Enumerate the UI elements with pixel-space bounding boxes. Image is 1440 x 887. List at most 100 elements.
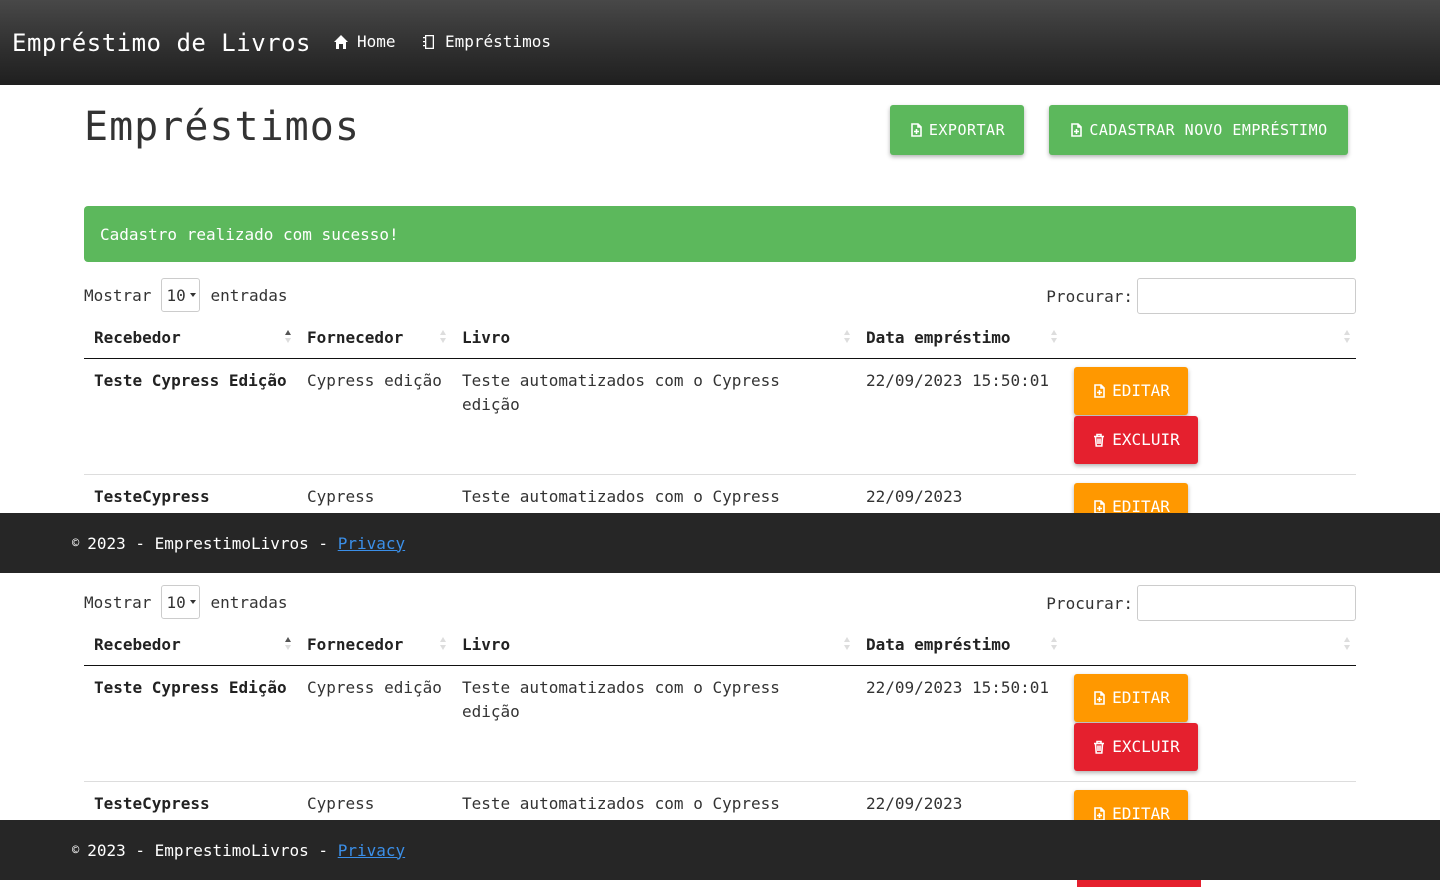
sort-icon: [1344, 330, 1350, 344]
column-header-recebedor[interactable]: Recebedor: [84, 625, 297, 666]
new-loan-button[interactable]: CADASTRAR NOVO EMPRÉSTIMO: [1049, 105, 1348, 155]
alert-message: Cadastro realizado com sucesso!: [100, 224, 399, 244]
cell-data: 22/09/2023 15:50:01: [856, 665, 1063, 782]
cell-data: 22/09/2023 15:50:01: [856, 358, 1063, 475]
column-header-actions[interactable]: [1063, 625, 1356, 666]
cell-livro: Teste automatizados com o Cypress: [452, 781, 856, 825]
sort-icon: [440, 330, 446, 344]
copyright-symbol: ©: [72, 536, 80, 550]
file-plus-icon: [1094, 499, 1105, 514]
caret-down-icon: [190, 600, 197, 604]
file-plus-icon: [1094, 383, 1105, 398]
show-label: Mostrar: [84, 285, 152, 305]
file-plus-icon: [1094, 690, 1105, 705]
column-header-livro[interactable]: Livro: [452, 318, 856, 359]
table-row: TesteCypress Cypress Teste automatizados…: [84, 474, 1356, 518]
column-header-data[interactable]: Data empréstimo: [856, 318, 1063, 359]
show-label: Mostrar: [84, 592, 152, 612]
page-length-value: 10: [166, 285, 186, 305]
sort-icon: [844, 330, 850, 344]
page-length-value: 10: [166, 592, 186, 612]
search-control: Procurar:: [1046, 278, 1356, 314]
nav-home-label: Home: [357, 32, 396, 51]
footer-text: 2023 - EmprestimoLivros -: [87, 533, 329, 553]
sort-icon: [1051, 637, 1057, 651]
page-length-select[interactable]: 10: [161, 278, 201, 312]
footer: © 2023 - EmprestimoLivros - Privacy: [0, 820, 1440, 880]
footer-text: 2023 - EmprestimoLivros -: [87, 840, 329, 860]
column-header-livro[interactable]: Livro: [452, 625, 856, 666]
trash-icon: [1094, 740, 1105, 754]
loans-datatable-repeat: Mostrar 10 entradas Procurar: Recebedor …: [84, 585, 1356, 825]
sort-icon: [285, 637, 291, 651]
column-header-data[interactable]: Data empréstimo: [856, 625, 1063, 666]
page-length-control: Mostrar 10 entradas: [84, 585, 288, 619]
cell-recebedor: TesteCypress: [84, 781, 297, 825]
cell-fornecedor: Cypress edição: [297, 358, 452, 475]
edit-button[interactable]: EDITAR: [1074, 366, 1188, 415]
table-row: Teste Cypress Edição Cypress edição Test…: [84, 358, 1356, 475]
cell-livro: Teste automatizados com o Cypress edição: [452, 665, 856, 782]
cell-actions: EDITAR EXCLUIR: [1063, 665, 1356, 782]
success-alert: Cadastro realizado com sucesso!: [84, 206, 1356, 262]
cell-fornecedor: Cypress: [297, 781, 452, 825]
sort-icon: [844, 637, 850, 651]
search-control: Procurar:: [1046, 585, 1356, 621]
sort-icon: [285, 330, 291, 344]
delete-button[interactable]: EXCLUIR: [1074, 415, 1198, 464]
page-length-control: Mostrar 10 entradas: [84, 278, 288, 312]
column-header-actions[interactable]: [1063, 318, 1356, 359]
file-plus-icon: [1094, 806, 1105, 821]
cell-fornecedor: Cypress edição: [297, 665, 452, 782]
loans-table: Recebedor Fornecedor Livro Data emprésti…: [84, 318, 1356, 518]
cell-recebedor: Teste Cypress Edição: [84, 358, 297, 475]
trash-icon: [1094, 433, 1105, 447]
file-plus-icon: [1071, 123, 1083, 137]
page-length-select[interactable]: 10: [161, 585, 201, 619]
table-row: Teste Cypress Edição Cypress edição Test…: [84, 665, 1356, 782]
sort-icon: [1051, 330, 1057, 344]
cell-data: 22/09/2023: [856, 781, 1063, 825]
edit-button[interactable]: EDITAR: [1074, 673, 1188, 722]
nav-loans-label: Empréstimos: [445, 32, 551, 51]
search-input[interactable]: [1137, 278, 1356, 314]
navbar: Empréstimo de Livros Home Empréstimos: [0, 0, 1440, 85]
file-plus-icon: [911, 123, 922, 137]
loans-datatable: Mostrar 10 entradas Procurar: Recebedor …: [84, 278, 1356, 518]
caret-down-icon: [190, 293, 197, 297]
brand-link[interactable]: Empréstimo de Livros: [12, 29, 311, 57]
column-header-fornecedor[interactable]: Fornecedor: [297, 625, 452, 666]
privacy-link[interactable]: Privacy: [338, 534, 405, 553]
table-header-row: Recebedor Fornecedor Livro Data emprésti…: [84, 318, 1356, 359]
cell-livro: Teste automatizados com o Cypress edição: [452, 358, 856, 475]
cell-actions: EDITAR: [1063, 781, 1356, 825]
search-label: Procurar:: [1046, 286, 1133, 306]
search-input[interactable]: [1137, 585, 1356, 621]
nav-loans-link[interactable]: Empréstimos: [421, 32, 551, 51]
entries-label: entradas: [210, 592, 288, 612]
cell-livro: Teste automatizados com o Cypress: [452, 474, 856, 518]
notebook-icon: [423, 34, 434, 49]
nav-home-link[interactable]: Home: [333, 32, 396, 51]
footer: © 2023 - EmprestimoLivros - Privacy: [0, 513, 1440, 573]
column-header-fornecedor[interactable]: Fornecedor: [297, 318, 452, 359]
export-button[interactable]: EXPORTAR: [890, 105, 1024, 155]
table-row: TesteCypress Cypress Teste automatizados…: [84, 781, 1356, 825]
delete-button[interactable]: EXCLUIR: [1074, 722, 1198, 771]
copyright-symbol: ©: [72, 843, 80, 857]
home-icon: [334, 34, 348, 49]
cell-data: 22/09/2023: [856, 474, 1063, 518]
cell-actions: EDITAR: [1063, 474, 1356, 518]
table-controls: Mostrar 10 entradas Procurar:: [84, 278, 1356, 318]
cell-recebedor: TesteCypress: [84, 474, 297, 518]
cell-recebedor: Teste Cypress Edição: [84, 665, 297, 782]
delete-button-overflow[interactable]: [1077, 880, 1201, 887]
new-loan-label: CADASTRAR NOVO EMPRÉSTIMO: [1089, 121, 1328, 139]
export-label: EXPORTAR: [928, 121, 1006, 139]
privacy-link[interactable]: Privacy: [338, 841, 405, 860]
loans-table: Recebedor Fornecedor Livro Data emprésti…: [84, 625, 1356, 825]
cell-fornecedor: Cypress: [297, 474, 452, 518]
table-controls: Mostrar 10 entradas Procurar:: [84, 585, 1356, 625]
cell-actions: EDITAR EXCLUIR: [1063, 358, 1356, 475]
column-header-recebedor[interactable]: Recebedor: [84, 318, 297, 359]
